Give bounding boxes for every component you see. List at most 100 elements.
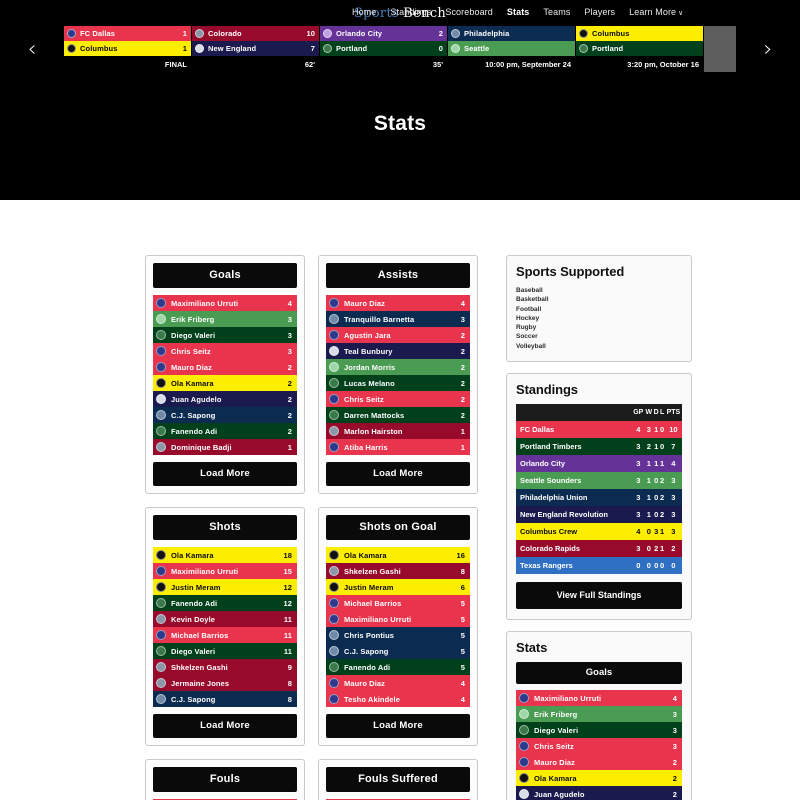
stat-row[interactable]: Chris Seitz 3 (153, 343, 297, 359)
ticker-game[interactable]: Colorado 10 New England 7 62' (192, 26, 320, 72)
team-logo-icon (156, 346, 166, 356)
load-more-button[interactable]: Load More (153, 462, 297, 486)
standings-row[interactable]: Texas Rangers 0 0 0 0 0 (516, 557, 682, 575)
ticker-game-status: FINAL (64, 56, 191, 72)
stat-row[interactable]: Teal Bunbury 2 (326, 343, 470, 359)
stat-row[interactable]: Mauro Diaz 4 (326, 295, 470, 311)
sports-supported-item[interactable]: Basketball (516, 295, 682, 304)
team-logo-icon (451, 29, 460, 38)
stat-value: 2 (672, 789, 677, 799)
stat-row[interactable]: Ola Kamara 18 (153, 547, 297, 563)
stat-row[interactable]: Maximiliano Urruti 15 (153, 563, 297, 579)
sports-supported-item[interactable]: Football (516, 305, 682, 314)
nav-item-teams[interactable]: Teams (543, 7, 570, 17)
standings-row[interactable]: Columbus Crew 4 0 3 1 3 (516, 523, 682, 541)
ticker-next-arrow-icon[interactable]: › (736, 26, 800, 72)
sidebar-stat-row[interactable]: Maximiliano Urruti 4 (516, 690, 682, 707)
sidebar-stat-row[interactable]: Chris Seitz 3 (516, 738, 682, 755)
stat-row[interactable]: Fanendo Adi 2 (153, 423, 297, 439)
standings-row[interactable]: Seattle Sounders 3 1 0 2 3 (516, 472, 682, 490)
stat-row[interactable]: Shkelzen Gashi 8 (326, 563, 470, 579)
stat-row[interactable]: Diego Valeri 3 (153, 327, 297, 343)
stat-row[interactable]: Jordan Morris 2 (326, 359, 470, 375)
view-full-standings-button[interactable]: View Full Standings (516, 582, 682, 610)
ticker-empty-slot (704, 26, 736, 72)
stat-row[interactable]: Tranquillo Barnetta 3 (326, 311, 470, 327)
stat-row[interactable]: Juan Agudelo 2 (153, 391, 297, 407)
stat-row[interactable]: Ola Kamara 2 (153, 375, 297, 391)
load-more-button[interactable]: Load More (326, 714, 470, 738)
stat-row[interactable]: Maximiliano Urruti 5 (326, 611, 470, 627)
stat-row[interactable]: Erik Friberg 3 (153, 311, 297, 327)
sidebar-stat-row[interactable]: Erik Friberg 3 (516, 706, 682, 723)
stat-row[interactable]: C.J. Sapong 2 (153, 407, 297, 423)
stat-row[interactable]: Maximiliano Urruti 4 (153, 295, 297, 311)
sports-supported-heading: Sports Supported (516, 264, 625, 279)
stat-row[interactable]: Chris Pontius 5 (326, 627, 470, 643)
stat-row[interactable]: Jermaine Jones 8 (153, 675, 297, 691)
stat-row[interactable]: Shkelzen Gashi 9 (153, 659, 297, 675)
stat-row[interactable]: Dominique Badji 1 (153, 439, 297, 455)
stat-row[interactable]: Justin Meram 12 (153, 579, 297, 595)
player-name: Fanendo Adi (171, 598, 218, 608)
standings-row[interactable]: New England Revolution 3 1 0 2 3 (516, 506, 682, 524)
standings-cell-w: 1 (646, 459, 651, 469)
load-more-button[interactable]: Load More (153, 714, 297, 738)
sports-supported-item[interactable]: Hockey (516, 314, 682, 323)
sports-supported-item[interactable]: Baseball (516, 286, 682, 295)
ticker-prev-arrow-icon[interactable]: ‹ (0, 26, 64, 72)
player-name: Mauro Diaz (534, 757, 576, 767)
stat-row[interactable]: Michael Barrios 11 (153, 627, 297, 643)
load-more-button[interactable]: Load More (326, 462, 470, 486)
sidebar-stat-row[interactable]: Juan Agudelo 2 (516, 786, 682, 800)
nav-item-learn-more[interactable]: Learn More ∨ (629, 7, 683, 17)
stat-row[interactable]: C.J. Sapong 5 (326, 643, 470, 659)
stat-row[interactable]: Mauro Diaz 2 (153, 359, 297, 375)
stat-row[interactable]: Tesho Akindele 4 (326, 691, 470, 707)
stat-row[interactable]: Diego Valeri 11 (153, 643, 297, 659)
standings-row[interactable]: Colorado Rapids 3 0 2 1 2 (516, 540, 682, 558)
sidebar-stat-row[interactable]: Ola Kamara 2 (516, 770, 682, 787)
stat-value: 4 (672, 693, 677, 703)
stat-row[interactable]: Fanendo Adi 12 (153, 595, 297, 611)
stat-row[interactable]: Fanendo Adi 5 (326, 659, 470, 675)
stat-row[interactable]: Mauro Diaz 4 (326, 675, 470, 691)
stat-row[interactable]: C.J. Sapong 8 (153, 691, 297, 707)
sidebar-stat-row[interactable]: Mauro Diaz 2 (516, 754, 682, 771)
ticker-game[interactable]: FC Dallas 1 Columbus 1 FINAL (64, 26, 192, 72)
sports-supported-list: Baseball Basketball Football Hockey Rugby Soc… (516, 286, 682, 351)
team-logo-icon (329, 694, 339, 704)
sports-supported-item[interactable]: Soccer (516, 332, 682, 341)
stat-row[interactable]: Atiba Harris 1 (326, 439, 470, 455)
ticker-game[interactable]: Columbus Portland 3:20 pm, October 16 (576, 26, 704, 72)
stat-row[interactable]: Ola Kamara 16 (326, 547, 470, 563)
stat-row[interactable]: Justin Meram 6 (326, 579, 470, 595)
stat-value: 9 (287, 662, 292, 672)
standings-row[interactable]: Portland Timbers 3 2 1 0 7 (516, 438, 682, 456)
stat-row[interactable]: Kevin Doyle 11 (153, 611, 297, 627)
stat-row[interactable]: Darren Mattocks 2 (326, 407, 470, 423)
sidebar-stat-row[interactable]: Diego Valeri 3 (516, 722, 682, 739)
team-logo-icon (329, 378, 339, 388)
nav-item-standings[interactable]: Standings (390, 7, 431, 17)
team-logo-icon (329, 346, 339, 356)
stat-row[interactable]: Agustin Jara 2 (326, 327, 470, 343)
standings-row[interactable]: Orlando City 3 1 1 1 4 (516, 455, 682, 473)
stat-value: 5 (460, 598, 465, 608)
standings-cell-w: 1 (646, 510, 651, 520)
stat-row[interactable]: Lucas Melano 2 (326, 375, 470, 391)
standings-row[interactable]: FC Dallas 4 3 1 0 10 (516, 421, 682, 439)
stat-row[interactable]: Chris Seitz 2 (326, 391, 470, 407)
ticker-game[interactable]: Orlando City 2 Portland 0 35' (320, 26, 448, 72)
standings-row[interactable]: Philadelphia Union 3 1 0 2 3 (516, 489, 682, 507)
nav-item-players[interactable]: Players (584, 7, 615, 17)
stat-row[interactable]: Michael Barrios 5 (326, 595, 470, 611)
stat-row[interactable]: Marlon Hairston 1 (326, 423, 470, 439)
team-logo-icon (67, 29, 76, 38)
nav-item-scoreboard[interactable]: Scoreboard (445, 7, 493, 17)
nav-item-stats[interactable]: Stats (507, 7, 530, 17)
nav-item-home[interactable]: Home (352, 7, 376, 17)
sports-supported-item[interactable]: Volleyball (516, 342, 682, 351)
sports-supported-item[interactable]: Rugby (516, 323, 682, 332)
ticker-game[interactable]: Philadelphia Seattle 10:00 pm, September 2… (448, 26, 576, 72)
